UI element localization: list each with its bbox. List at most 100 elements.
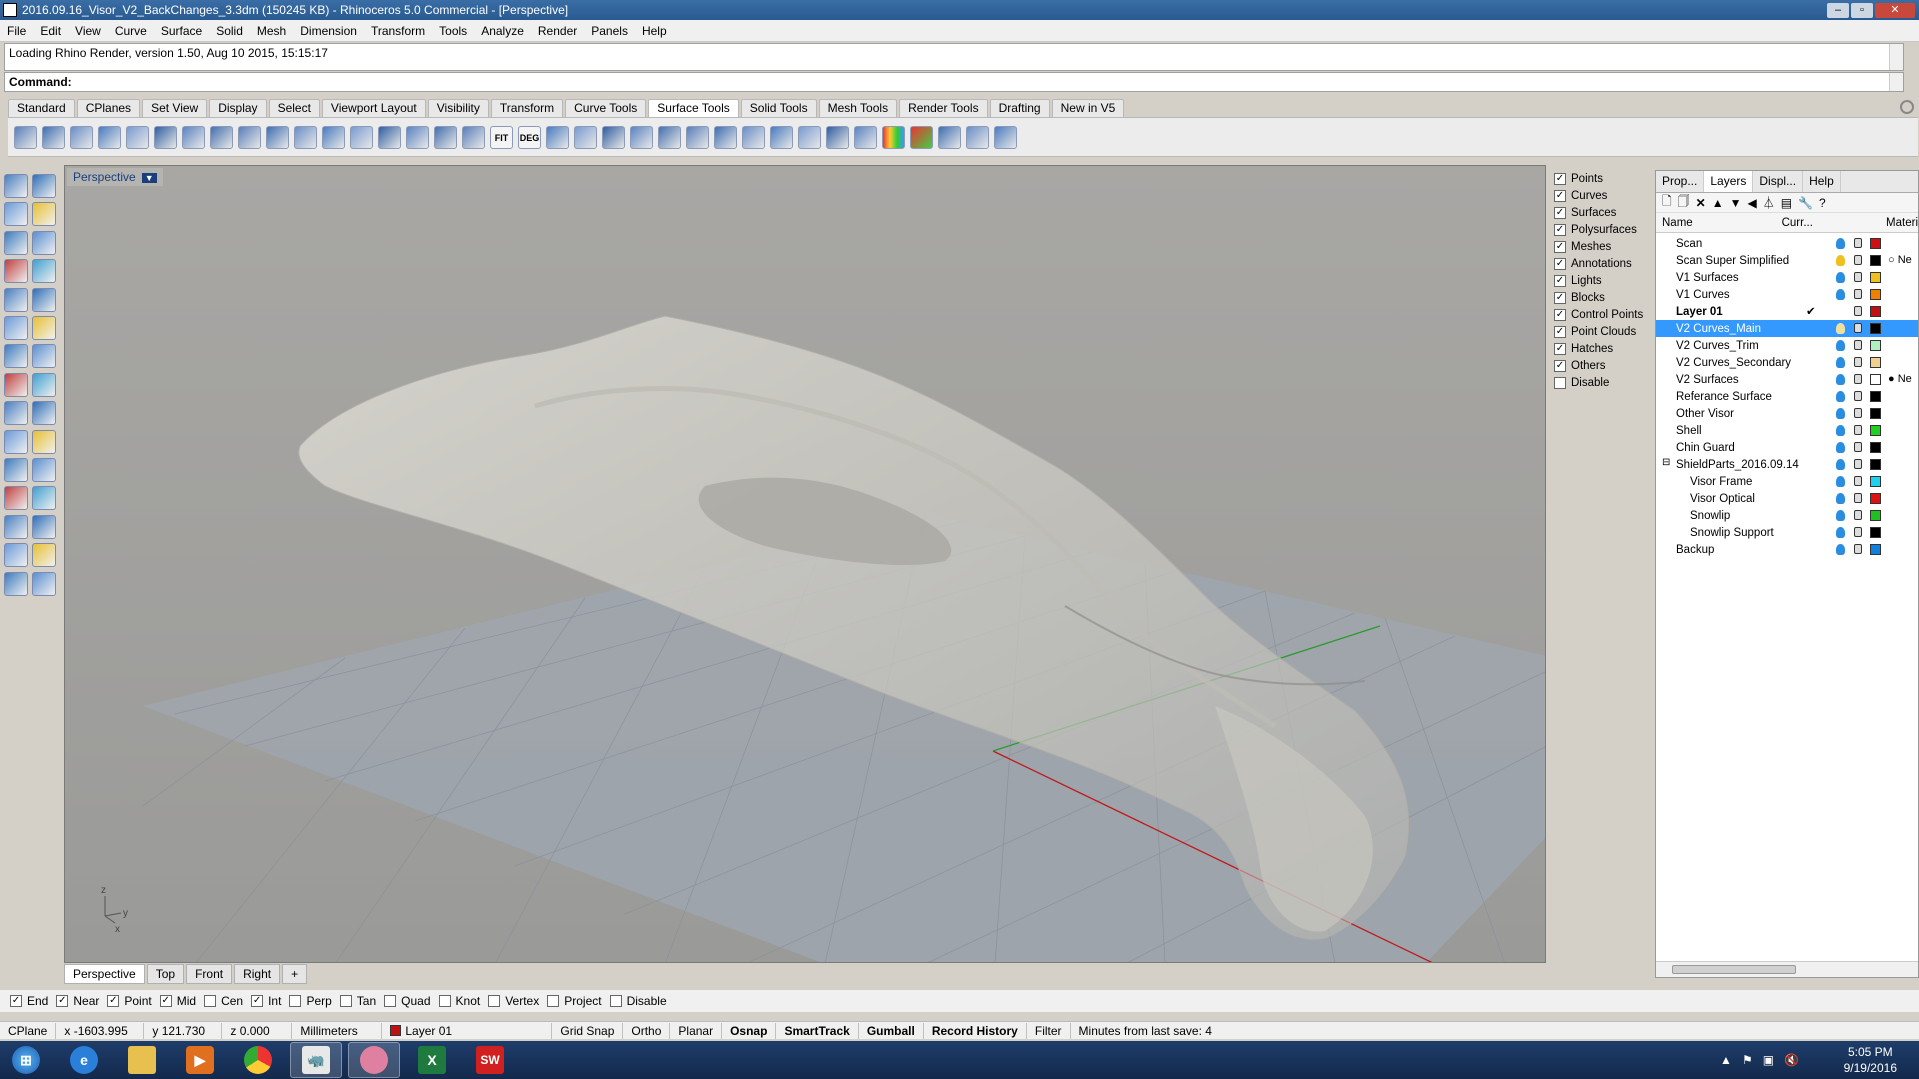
layer-visibility-bulb-icon[interactable] <box>1836 391 1845 402</box>
surface-tool-16-icon[interactable] <box>434 125 457 149</box>
surface-tool-15-icon[interactable] <box>406 125 429 149</box>
layer-lock-icon[interactable] <box>1854 408 1862 418</box>
sidebar-tool-8-icon[interactable] <box>32 259 56 284</box>
layer-visibility-bulb-icon[interactable] <box>1836 459 1845 470</box>
layer-visibility-bulb-icon[interactable] <box>1836 527 1845 538</box>
menu-tools[interactable]: Tools <box>432 24 474 38</box>
column-name[interactable]: Name <box>1656 217 1782 229</box>
layer-color-swatch[interactable] <box>1870 510 1881 521</box>
layer-color-swatch[interactable] <box>1870 391 1881 402</box>
osnap-int[interactable]: ✓ Int <box>251 994 281 1008</box>
new-sublayer-icon[interactable]: 🗍 <box>1678 192 1690 213</box>
layer-row[interactable]: Referance Surface <box>1656 388 1918 405</box>
surface-tool-24-icon[interactable] <box>658 125 681 149</box>
layer-row[interactable]: ⊟ ShieldParts_2016.09.14 <box>1656 456 1918 473</box>
surface-tool-19-icon[interactable]: DEG <box>518 125 541 149</box>
filter-control-points[interactable]: ✓ Control Points <box>1554 306 1652 323</box>
toolbar-tab-standard[interactable]: Standard <box>8 99 75 117</box>
layer-visibility-bulb-icon[interactable] <box>1836 255 1845 266</box>
layer-name[interactable]: V1 Surfaces <box>1656 272 1816 284</box>
layer-visibility-bulb-icon[interactable] <box>1836 442 1845 453</box>
taskbar-paint[interactable] <box>348 1042 400 1078</box>
filter-surfaces[interactable]: ✓ Surfaces <box>1554 204 1652 221</box>
filter-toggle[interactable]: Filter <box>1027 1022 1071 1039</box>
surface-tool-18-icon[interactable]: FIT <box>490 125 513 149</box>
surface-tool-33-icon[interactable] <box>910 125 933 149</box>
menu-render[interactable]: Render <box>531 24 584 38</box>
toolbar-tab-visibility[interactable]: Visibility <box>427 99 489 117</box>
osnap-knot[interactable]: Knot <box>438 994 480 1008</box>
tray-flag-icon[interactable]: ⚑ <box>1742 1053 1753 1067</box>
surface-tool-4-icon[interactable] <box>98 125 121 149</box>
sidebar-tool-16-icon[interactable] <box>32 372 56 397</box>
move-up-icon[interactable]: ▲ <box>1712 196 1724 210</box>
taskbar-rhino[interactable]: 🦏 <box>290 1042 342 1078</box>
menu-analyze[interactable]: Analyze <box>474 24 531 38</box>
osnap-point[interactable]: ✓ Point <box>107 994 152 1008</box>
layer-color-swatch[interactable] <box>1870 493 1881 504</box>
layer-visibility-bulb-icon[interactable] <box>1836 425 1845 436</box>
layer-name[interactable]: V2 Curves_Secondary <box>1656 357 1816 369</box>
sidebar-tool-18-icon[interactable] <box>32 401 56 426</box>
osnap-mid[interactable]: ✓ Mid <box>159 994 196 1008</box>
menu-mesh[interactable]: Mesh <box>250 24 293 38</box>
collapse-toggle-icon[interactable]: ⊟ <box>1662 457 1670 468</box>
layer-row[interactable]: Chin Guard <box>1656 439 1918 456</box>
layer-color-swatch[interactable] <box>1870 306 1881 317</box>
osnap-mid-checkbox[interactable]: ✓ <box>159 995 172 1007</box>
osnap-near-checkbox[interactable]: ✓ <box>56 995 69 1007</box>
taskbar-media-player[interactable]: ▶ <box>174 1042 226 1078</box>
layer-visibility-bulb-icon[interactable] <box>1836 493 1845 504</box>
sidebar-tool-6-icon[interactable] <box>32 230 56 255</box>
layer-name[interactable]: V2 Surfaces <box>1656 374 1816 386</box>
surface-tool-31-icon[interactable] <box>854 125 877 149</box>
tray-network-icon[interactable]: ▣ <box>1763 1053 1774 1067</box>
surface-tool-12-icon[interactable] <box>322 125 345 149</box>
layer-row[interactable]: Layer 01 ✔ <box>1656 303 1918 320</box>
minimize-button[interactable]: – <box>1827 2 1849 18</box>
layer-name[interactable]: Scan <box>1656 238 1816 250</box>
layer-name[interactable]: Visor Frame <box>1656 476 1816 488</box>
view-tab-front[interactable]: Front <box>186 964 233 984</box>
sidebar-tool-5-icon[interactable] <box>4 230 28 255</box>
osnap-toggle[interactable]: Osnap <box>722 1022 777 1039</box>
layer-color-swatch[interactable] <box>1870 442 1881 453</box>
filter-disable-checkbox[interactable] <box>1554 376 1566 389</box>
layer-row[interactable]: V2 Curves_Secondary <box>1656 354 1918 371</box>
layer-row[interactable]: Visor Optical <box>1656 490 1918 507</box>
sidebar-tool-19-icon[interactable] <box>4 429 28 454</box>
panel-tab-layers[interactable]: Layers <box>1704 171 1754 192</box>
filter-annotations[interactable]: ✓ Annotations <box>1554 255 1652 272</box>
osnap-end[interactable]: ✓ End <box>10 994 48 1008</box>
filter-disable[interactable]: Disable <box>1554 374 1652 391</box>
layer-row[interactable]: Backup <box>1656 541 1918 558</box>
taskbar-internet-explorer[interactable]: e <box>58 1042 110 1078</box>
filter-others[interactable]: ✓ Others <box>1554 357 1652 374</box>
osnap-quad-checkbox[interactable] <box>384 995 397 1007</box>
system-clock[interactable]: 5:05 PM 9/19/2016 <box>1844 1044 1897 1076</box>
taskbar-excel[interactable]: X <box>406 1042 458 1078</box>
filter-hatches[interactable]: ✓ Hatches <box>1554 340 1652 357</box>
layer-visibility-bulb-icon[interactable] <box>1836 289 1845 300</box>
surface-tool-30-icon[interactable] <box>826 125 849 149</box>
filter-curves-checkbox[interactable]: ✓ <box>1554 189 1566 202</box>
sidebar-tool-10-icon[interactable] <box>32 287 56 312</box>
add-view-tab-icon[interactable]: + <box>282 964 308 984</box>
osnap-tan-checkbox[interactable] <box>339 995 352 1007</box>
layer-lock-icon[interactable] <box>1854 544 1862 554</box>
sidebar-tool-14-icon[interactable] <box>32 344 56 369</box>
layer-row[interactable]: V1 Surfaces <box>1656 269 1918 286</box>
sidebar-tool-2-icon[interactable] <box>32 174 56 198</box>
sidebar-tool-11-icon[interactable] <box>4 315 28 340</box>
layer-row[interactable]: Scan <box>1656 235 1918 252</box>
layer-row[interactable]: Scan Super Simplified ○ Ne <box>1656 252 1918 269</box>
sidebar-tool-24-icon[interactable] <box>32 486 56 511</box>
layer-lock-icon[interactable] <box>1854 272 1862 282</box>
toolbar-tab-viewport-layout[interactable]: Viewport Layout <box>321 99 426 117</box>
layer-lock-icon[interactable] <box>1854 391 1862 401</box>
surface-tool-5-icon[interactable] <box>126 125 149 149</box>
help-icon[interactable]: ? <box>1819 196 1826 210</box>
layer-visibility-bulb-icon[interactable] <box>1836 357 1845 368</box>
layer-lock-icon[interactable] <box>1854 238 1862 248</box>
sidebar-tool-12-icon[interactable] <box>32 315 56 340</box>
